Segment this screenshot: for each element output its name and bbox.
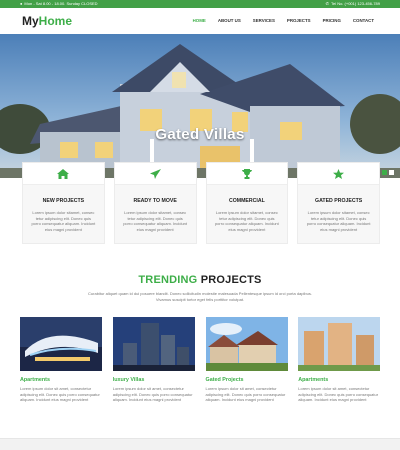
project-image-graphic bbox=[298, 317, 381, 371]
nav-item-projects[interactable]: PROJECTS bbox=[283, 16, 315, 26]
feature-text: Lorem ipsum dolor sitamet, consec tetur … bbox=[214, 210, 279, 232]
trending-section-title: TRENDING PROJECTS bbox=[0, 274, 400, 286]
nav-menu: HOME ABOUT US SERVICES PROJECTS PRICING … bbox=[189, 16, 378, 26]
nav-item-about-us[interactable]: ABOUT US bbox=[214, 16, 245, 26]
nav-item-contact[interactable]: CONTACT bbox=[349, 16, 378, 26]
footer-strip bbox=[0, 438, 400, 450]
feature-icon-wrap bbox=[206, 163, 288, 185]
project-text: Lorem ipsum dolor sit amet, consectetur … bbox=[205, 386, 286, 403]
paper-plane-icon bbox=[149, 168, 161, 179]
feature-text: Lorem ipsum dolor sitamet, consec tetur … bbox=[306, 210, 371, 232]
feature-icon-wrap bbox=[298, 163, 379, 185]
project-image-graphic bbox=[20, 317, 102, 371]
project-text: Lorem ipsum dolor sit amet, consectetur … bbox=[112, 386, 193, 403]
title-green-part: TRENDING bbox=[138, 274, 198, 286]
project-image[interactable] bbox=[20, 317, 104, 371]
project-text: Lorem ipsum dolor sit amet, consectetur … bbox=[298, 386, 379, 403]
project-image-graphic bbox=[205, 317, 288, 371]
nav-item-home[interactable]: HOME bbox=[189, 16, 210, 26]
feature-box-gated-projects[interactable]: GATED PROJECTS Lorem ipsum dolor sitamet… bbox=[297, 162, 380, 244]
project-card-luxury-villas[interactable]: luxury Villas Lorem ipsum dolor sit amet… bbox=[112, 317, 197, 403]
business-hours: ● Mon - Sat 8.00 - 18.00. Sunday CLOSED bbox=[20, 0, 98, 8]
slider-dot-active[interactable] bbox=[382, 170, 387, 175]
feature-text: Lorem ipsum dolor sitamet, consec tetur … bbox=[123, 210, 188, 232]
project-image-graphic bbox=[112, 317, 195, 371]
site-logo[interactable]: MyHome bbox=[22, 13, 72, 29]
logo-part-home: Home bbox=[38, 14, 73, 28]
project-image[interactable] bbox=[112, 317, 197, 371]
project-title[interactable]: luxury Villas bbox=[113, 377, 197, 383]
project-image[interactable] bbox=[298, 317, 382, 371]
nav-item-pricing[interactable]: PRICING bbox=[319, 16, 345, 26]
feature-icon-wrap bbox=[114, 163, 196, 185]
project-text: Lorem ipsum dolor sit amet, consectetur … bbox=[20, 386, 100, 403]
feature-icon-wrap bbox=[23, 163, 104, 185]
feature-title: GATED PROJECTS bbox=[315, 198, 363, 204]
project-title[interactable]: Gated Projects bbox=[206, 377, 290, 383]
feature-text: Lorem ipsum dolor sitamet, consec tetur … bbox=[31, 210, 96, 232]
slider-dot[interactable] bbox=[389, 170, 394, 175]
feature-boxes: NEW PROJECTS Lorem ipsum dolor sitamet, … bbox=[22, 162, 380, 244]
clock-icon: ● bbox=[20, 1, 23, 6]
title-dark-part: PROJECTS bbox=[200, 274, 262, 286]
slider-dots bbox=[382, 170, 394, 175]
top-info-bar: ● Mon - Sat 8.00 - 18.00. Sunday CLOSED ✆… bbox=[0, 0, 400, 8]
project-card-gated-projects[interactable]: Gated Projects Lorem ipsum dolor sit ame… bbox=[205, 317, 290, 403]
project-card-apartments-2[interactable]: Apartments Lorem ipsum dolor sit amet, c… bbox=[298, 317, 382, 403]
feature-title: COMMERCIAL bbox=[229, 198, 265, 204]
logo-part-my: My bbox=[22, 14, 39, 28]
project-cards: Apartments Lorem ipsum dolor sit amet, c… bbox=[20, 317, 382, 403]
feature-box-new-projects[interactable]: NEW PROJECTS Lorem ipsum dolor sitamet, … bbox=[22, 162, 105, 244]
trending-section-description: Curabitur aliquet quam id dui posuere bl… bbox=[88, 291, 312, 302]
hours-text: Mon - Sat 8.00 - 18.00. Sunday CLOSED bbox=[24, 1, 98, 6]
feature-title: READY TO MOVE bbox=[133, 198, 177, 204]
feature-box-ready-to-move[interactable]: READY TO MOVE Lorem ipsum dolor sitamet,… bbox=[113, 162, 197, 244]
hero-slider: Gated Villas bbox=[0, 34, 400, 178]
home-icon bbox=[57, 168, 70, 179]
phone-text: Tel No. (+001) 123-456-789 bbox=[330, 1, 380, 6]
project-image[interactable] bbox=[205, 317, 290, 371]
feature-box-commercial[interactable]: COMMERCIAL Lorem ipsum dolor sitamet, co… bbox=[205, 162, 289, 244]
phone-info[interactable]: ✆ Tel No. (+001) 123-456-789 bbox=[326, 0, 380, 8]
project-title[interactable]: Apartments bbox=[20, 377, 104, 383]
nav-item-services[interactable]: SERVICES bbox=[249, 16, 279, 26]
trophy-icon bbox=[241, 168, 252, 179]
project-card-apartments[interactable]: Apartments Lorem ipsum dolor sit amet, c… bbox=[20, 317, 104, 403]
star-icon bbox=[333, 168, 345, 179]
feature-title: NEW PROJECTS bbox=[42, 198, 85, 204]
hero-title: Gated Villas bbox=[155, 126, 245, 143]
phone-icon: ✆ bbox=[325, 1, 329, 6]
hero-house-image bbox=[0, 34, 400, 178]
main-navbar: MyHome HOME ABOUT US SERVICES PROJECTS P… bbox=[0, 8, 400, 34]
project-title[interactable]: Apartments bbox=[298, 377, 382, 383]
